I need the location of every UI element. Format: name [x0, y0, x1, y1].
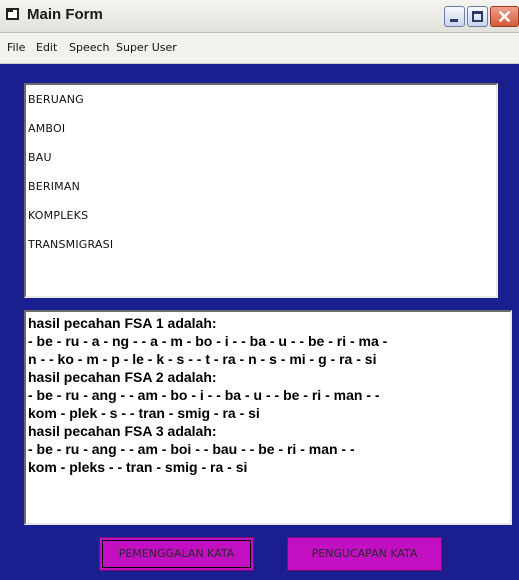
minimize-button[interactable]	[444, 6, 465, 27]
result-line: hasil pecahan FSA 3 adalah:	[28, 423, 217, 439]
list-item[interactable]: BERUANG	[28, 93, 84, 106]
word-list-box[interactable]: BERUANG AMBOI BAU BERIMAN KOMPLEKS TRANS…	[24, 83, 498, 298]
menu-bar: File Edit Speech Super User	[0, 33, 519, 64]
result-line: hasil pecahan FSA 1 adalah:	[28, 315, 217, 331]
main-form-window: Main Form ✕ File Edit Speech Super User …	[0, 0, 519, 580]
menu-speech[interactable]: Speech	[69, 41, 110, 54]
maximize-button[interactable]	[467, 6, 488, 27]
result-line: - be - ru - ang - - am - bo - i - - ba -…	[28, 387, 380, 403]
list-item[interactable]: TRANSMIGRASI	[28, 238, 113, 251]
result-line: n - - ko - m - p - le - k - s - - t - ra…	[28, 351, 377, 367]
result-line: - be - ru - a - ng - - a - m - bo - i - …	[28, 333, 388, 349]
list-item[interactable]: BAU	[28, 151, 52, 164]
pemenggalan-kata-button[interactable]: PEMENGGALAN KATA	[99, 537, 254, 571]
window-icon	[6, 8, 19, 20]
menu-edit[interactable]: Edit	[36, 41, 57, 54]
close-icon: ✕	[497, 7, 513, 27]
list-item[interactable]: BERIMAN	[28, 180, 80, 193]
result-line: hasil pecahan FSA 2 adalah:	[28, 369, 217, 385]
menu-super-user[interactable]: Super User	[116, 41, 177, 54]
list-item[interactable]: KOMPLEKS	[28, 209, 88, 222]
menu-file[interactable]: File	[7, 41, 25, 54]
result-line: kom - plek - s - - tran - smig - ra - si	[28, 405, 260, 421]
pengucapan-kata-button[interactable]: PENGUCAPAN KATA	[287, 537, 442, 571]
list-item[interactable]: AMBOI	[28, 122, 65, 135]
result-text-box[interactable]: hasil pecahan FSA 1 adalah: - be - ru - …	[24, 310, 512, 525]
title-bar[interactable]: Main Form ✕	[0, 0, 519, 33]
close-button[interactable]: ✕	[490, 6, 519, 27]
minimize-icon	[450, 19, 458, 22]
maximize-icon	[472, 11, 483, 22]
result-line: - be - ru - ang - - am - boi - - bau - -…	[28, 441, 355, 457]
result-line: kom - pleks - - tran - smig - ra - si	[28, 459, 248, 475]
window-title: Main Form	[27, 6, 103, 23]
